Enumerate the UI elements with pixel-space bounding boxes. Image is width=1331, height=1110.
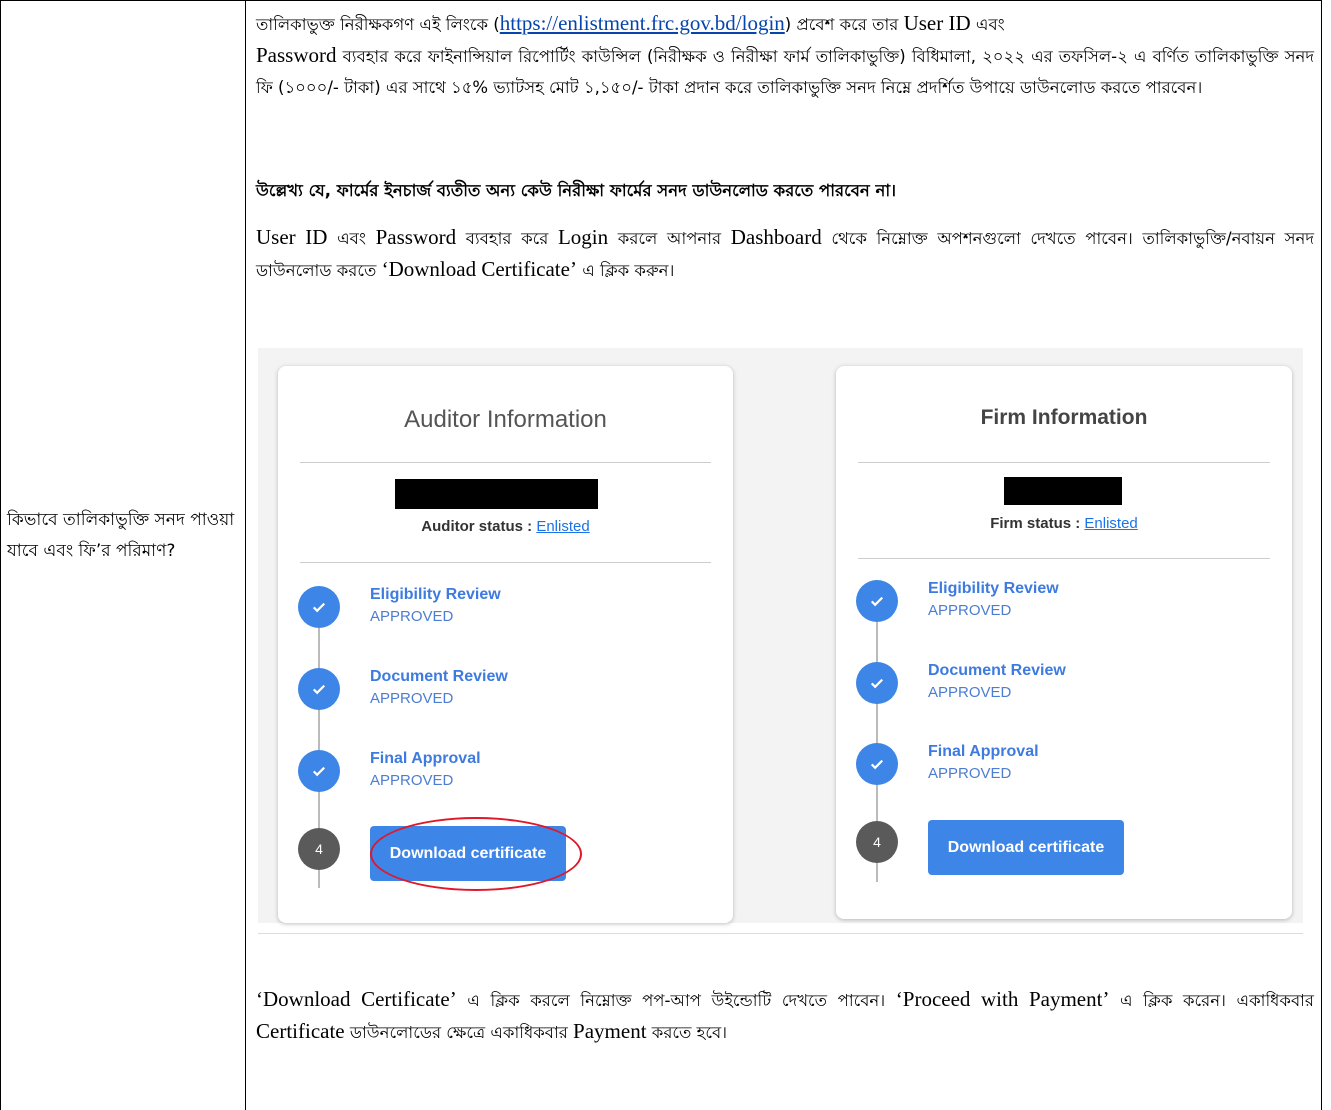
step-title: Final Approval <box>370 750 481 767</box>
auditor-status-link[interactable]: Enlisted <box>536 518 589 535</box>
check-icon <box>856 662 898 704</box>
check-icon <box>298 586 340 628</box>
enlistment-login-link[interactable]: https://enlistment.frc.gov.bd/login <box>500 11 785 35</box>
firm-status: Firm status : Enlisted <box>990 515 1138 532</box>
step-title: Document Review <box>928 662 1066 679</box>
popup-instruction-paragraph: ‘Download Certificate’ এ ক্লিক করলে নিম্… <box>256 987 1314 1043</box>
firm-status-link[interactable]: Enlisted <box>1084 515 1137 532</box>
auditor-card-title: Auditor Information <box>404 406 607 433</box>
intro-paragraph: তালিকাভুক্ত নিরীক্ষকগণ এই লিংকে (https:/… <box>256 11 1314 97</box>
screenshot-bottom-rule <box>258 933 1303 934</box>
step-title: Eligibility Review <box>928 580 1059 597</box>
step-status: APPROVED <box>370 772 454 789</box>
check-icon <box>298 750 340 792</box>
auditor-information-card: Auditor Information Auditor status : Enl… <box>278 366 733 923</box>
dashboard-screenshot: Auditor Information Auditor status : Enl… <box>258 348 1303 923</box>
firm-card-title: Firm Information <box>980 406 1148 429</box>
step-title: Final Approval <box>928 743 1039 760</box>
step-title: Document Review <box>370 668 508 685</box>
divider <box>858 462 1270 463</box>
redacted-name <box>1004 477 1122 505</box>
instruction-paragraph: User ID এবং Password ব্যবহার করে Login ক… <box>256 225 1315 281</box>
question-cell: কিভাবে তালিকাভুক্তি সনদ পাওয়া যাবে এবং … <box>7 510 235 561</box>
step-status: APPROVED <box>370 608 454 625</box>
step-number: 4 <box>298 828 340 870</box>
step-number: 4 <box>856 821 898 863</box>
divider <box>858 558 1270 559</box>
auditor-status: Auditor status : Enlisted <box>421 518 590 535</box>
firm-information-card: Firm Information Firm status : Enlisted … <box>836 366 1292 919</box>
check-icon <box>856 743 898 785</box>
note-paragraph: উল্লেখ্য যে, ফার্মের ইনচার্জ ব্যতীত অন্য… <box>256 181 897 200</box>
divider <box>300 562 711 563</box>
step-status: APPROVED <box>928 765 1012 782</box>
step-status: APPROVED <box>370 690 454 707</box>
check-icon <box>298 668 340 710</box>
step-status: APPROVED <box>928 684 1012 701</box>
check-icon <box>856 580 898 622</box>
download-certificate-button[interactable]: Download certificate <box>928 820 1124 875</box>
step-status: APPROVED <box>928 602 1012 619</box>
redacted-name <box>395 479 598 509</box>
column-divider <box>245 0 246 1110</box>
highlight-ellipse <box>370 817 582 891</box>
step-title: Eligibility Review <box>370 586 501 603</box>
divider <box>300 462 711 463</box>
